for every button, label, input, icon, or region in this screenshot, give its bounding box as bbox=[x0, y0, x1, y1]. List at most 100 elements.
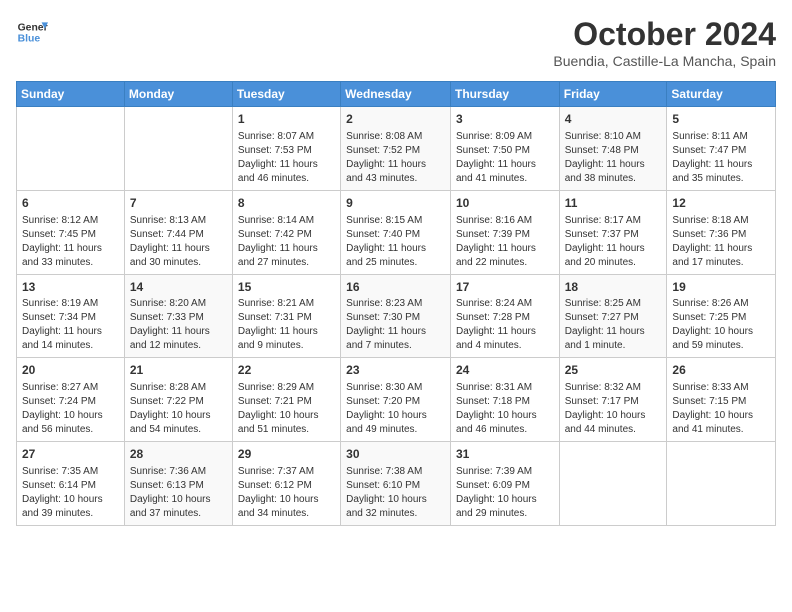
day-number: 9 bbox=[346, 195, 445, 212]
day-number: 2 bbox=[346, 111, 445, 128]
day-number: 28 bbox=[130, 446, 227, 463]
day-info: Sunrise: 7:39 AM Sunset: 6:09 PM Dayligh… bbox=[456, 465, 554, 521]
calendar-cell: 25Sunrise: 8:32 AM Sunset: 7:17 PM Dayli… bbox=[559, 358, 667, 442]
calendar-cell: 6 Sunrise: 8:12 AM Sunset: 7:45 PM Daylig… bbox=[17, 190, 125, 274]
logo: General Blue bbox=[16, 16, 48, 48]
day-number: 26 bbox=[672, 362, 770, 379]
day-number: 8 bbox=[238, 195, 335, 212]
calendar-cell bbox=[559, 442, 667, 526]
calendar-cell: 28 Sunrise: 7:36 AM Sunset: 6:13 PM Dayli… bbox=[124, 442, 232, 526]
calendar-cell: 5Sunrise: 8:11 AM Sunset: 7:47 PM Daylig… bbox=[667, 107, 776, 191]
days-header-row: SundayMondayTuesdayWednesdayThursdayFrid… bbox=[17, 82, 776, 107]
day-number: 30 bbox=[346, 446, 445, 463]
day-info: Sunrise: 8:07 AM Sunset: 7:53 PM Dayligh… bbox=[238, 130, 335, 186]
calendar-cell: 19Sunrise: 8:26 AM Sunset: 7:25 PM Dayli… bbox=[667, 274, 776, 358]
day-number: 14 bbox=[130, 279, 227, 296]
day-header-wednesday: Wednesday bbox=[341, 82, 451, 107]
day-number: 11 bbox=[565, 195, 662, 212]
calendar-cell: 2 Sunrise: 8:08 AM Sunset: 7:52 PM Daylig… bbox=[341, 107, 451, 191]
calendar-cell bbox=[667, 442, 776, 526]
day-info: Sunrise: 8:19 AM Sunset: 7:34 PM Dayligh… bbox=[22, 297, 119, 353]
calendar-cell: 13Sunrise: 8:19 AM Sunset: 7:34 PM Dayli… bbox=[17, 274, 125, 358]
day-number: 21 bbox=[130, 362, 227, 379]
day-info: Sunrise: 8:12 AM Sunset: 7:45 PM Dayligh… bbox=[22, 214, 119, 270]
day-header-thursday: Thursday bbox=[450, 82, 559, 107]
calendar-cell: 3 Sunrise: 8:09 AM Sunset: 7:50 PM Daylig… bbox=[450, 107, 559, 191]
day-number: 16 bbox=[346, 279, 445, 296]
day-number: 23 bbox=[346, 362, 445, 379]
calendar-subtitle: Buendia, Castille-La Mancha, Spain bbox=[553, 53, 776, 69]
day-info: Sunrise: 8:30 AM Sunset: 7:20 PM Dayligh… bbox=[346, 381, 445, 437]
day-info: Sunrise: 8:29 AM Sunset: 7:21 PM Dayligh… bbox=[238, 381, 335, 437]
day-info: Sunrise: 8:31 AM Sunset: 7:18 PM Dayligh… bbox=[456, 381, 554, 437]
calendar-cell: 27Sunrise: 7:35 AM Sunset: 6:14 PM Dayli… bbox=[17, 442, 125, 526]
day-info: Sunrise: 8:10 AM Sunset: 7:48 PM Dayligh… bbox=[565, 130, 662, 186]
day-info: Sunrise: 8:16 AM Sunset: 7:39 PM Dayligh… bbox=[456, 214, 554, 270]
day-number: 31 bbox=[456, 446, 554, 463]
calendar-cell: 24 Sunrise: 8:31 AM Sunset: 7:18 PM Dayli… bbox=[450, 358, 559, 442]
calendar-cell: 30 Sunrise: 7:38 AM Sunset: 6:10 PM Dayli… bbox=[341, 442, 451, 526]
logo-icon: General Blue bbox=[16, 16, 48, 48]
calendar-cell: 14Sunrise: 8:20 AM Sunset: 7:33 PM Dayli… bbox=[124, 274, 232, 358]
week-row-4: 20 Sunrise: 8:27 AM Sunset: 7:24 PM Dayli… bbox=[17, 358, 776, 442]
day-number: 3 bbox=[456, 111, 554, 128]
day-number: 22 bbox=[238, 362, 335, 379]
calendar-cell: 29 Sunrise: 7:37 AM Sunset: 6:12 PM Dayli… bbox=[232, 442, 340, 526]
title-block: October 2024 Buendia, Castille-La Mancha… bbox=[553, 16, 776, 69]
day-info: Sunrise: 8:14 AM Sunset: 7:42 PM Dayligh… bbox=[238, 214, 335, 270]
day-info: Sunrise: 8:13 AM Sunset: 7:44 PM Dayligh… bbox=[130, 214, 227, 270]
day-number: 13 bbox=[22, 279, 119, 296]
day-number: 1 bbox=[238, 111, 335, 128]
day-number: 4 bbox=[565, 111, 662, 128]
calendar-cell: 21Sunrise: 8:28 AM Sunset: 7:22 PM Dayli… bbox=[124, 358, 232, 442]
calendar-cell: 12 Sunrise: 8:18 AM Sunset: 7:36 PM Dayli… bbox=[667, 190, 776, 274]
day-info: Sunrise: 8:18 AM Sunset: 7:36 PM Dayligh… bbox=[672, 214, 770, 270]
calendar-cell bbox=[124, 107, 232, 191]
day-info: Sunrise: 8:11 AM Sunset: 7:47 PM Dayligh… bbox=[672, 130, 770, 186]
calendar-cell: 23 Sunrise: 8:30 AM Sunset: 7:20 PM Dayli… bbox=[341, 358, 451, 442]
week-row-3: 13Sunrise: 8:19 AM Sunset: 7:34 PM Dayli… bbox=[17, 274, 776, 358]
day-number: 18 bbox=[565, 279, 662, 296]
calendar-cell: 11 Sunrise: 8:17 AM Sunset: 7:37 PM Dayli… bbox=[559, 190, 667, 274]
day-number: 10 bbox=[456, 195, 554, 212]
day-header-sunday: Sunday bbox=[17, 82, 125, 107]
week-row-2: 6 Sunrise: 8:12 AM Sunset: 7:45 PM Daylig… bbox=[17, 190, 776, 274]
calendar-cell: 16Sunrise: 8:23 AM Sunset: 7:30 PM Dayli… bbox=[341, 274, 451, 358]
day-number: 20 bbox=[22, 362, 119, 379]
calendar-cell: 1 Sunrise: 8:07 AM Sunset: 7:53 PM Daylig… bbox=[232, 107, 340, 191]
calendar-cell bbox=[17, 107, 125, 191]
day-number: 29 bbox=[238, 446, 335, 463]
day-number: 24 bbox=[456, 362, 554, 379]
day-number: 6 bbox=[22, 195, 119, 212]
day-info: Sunrise: 7:35 AM Sunset: 6:14 PM Dayligh… bbox=[22, 465, 119, 521]
calendar-cell: 20 Sunrise: 8:27 AM Sunset: 7:24 PM Dayli… bbox=[17, 358, 125, 442]
day-info: Sunrise: 7:38 AM Sunset: 6:10 PM Dayligh… bbox=[346, 465, 445, 521]
day-info: Sunrise: 8:33 AM Sunset: 7:15 PM Dayligh… bbox=[672, 381, 770, 437]
day-info: Sunrise: 8:26 AM Sunset: 7:25 PM Dayligh… bbox=[672, 297, 770, 353]
day-header-tuesday: Tuesday bbox=[232, 82, 340, 107]
calendar-cell: 15Sunrise: 8:21 AM Sunset: 7:31 PM Dayli… bbox=[232, 274, 340, 358]
day-number: 25 bbox=[565, 362, 662, 379]
svg-text:Blue: Blue bbox=[18, 34, 41, 45]
calendar-cell: 4 Sunrise: 8:10 AM Sunset: 7:48 PM Daylig… bbox=[559, 107, 667, 191]
calendar-cell: 18Sunrise: 8:25 AM Sunset: 7:27 PM Dayli… bbox=[559, 274, 667, 358]
day-number: 7 bbox=[130, 195, 227, 212]
day-header-monday: Monday bbox=[124, 82, 232, 107]
day-info: Sunrise: 7:37 AM Sunset: 6:12 PM Dayligh… bbox=[238, 465, 335, 521]
calendar-cell: 9Sunrise: 8:15 AM Sunset: 7:40 PM Daylig… bbox=[341, 190, 451, 274]
day-info: Sunrise: 8:09 AM Sunset: 7:50 PM Dayligh… bbox=[456, 130, 554, 186]
calendar-cell: 8 Sunrise: 8:14 AM Sunset: 7:42 PM Daylig… bbox=[232, 190, 340, 274]
calendar-cell: 10 Sunrise: 8:16 AM Sunset: 7:39 PM Dayli… bbox=[450, 190, 559, 274]
day-info: Sunrise: 7:36 AM Sunset: 6:13 PM Dayligh… bbox=[130, 465, 227, 521]
calendar-cell: 17Sunrise: 8:24 AM Sunset: 7:28 PM Dayli… bbox=[450, 274, 559, 358]
calendar-cell: 7 Sunrise: 8:13 AM Sunset: 7:44 PM Daylig… bbox=[124, 190, 232, 274]
day-number: 12 bbox=[672, 195, 770, 212]
calendar-table: SundayMondayTuesdayWednesdayThursdayFrid… bbox=[16, 81, 776, 526]
day-info: Sunrise: 8:27 AM Sunset: 7:24 PM Dayligh… bbox=[22, 381, 119, 437]
day-info: Sunrise: 8:08 AM Sunset: 7:52 PM Dayligh… bbox=[346, 130, 445, 186]
day-info: Sunrise: 8:17 AM Sunset: 7:37 PM Dayligh… bbox=[565, 214, 662, 270]
day-info: Sunrise: 8:21 AM Sunset: 7:31 PM Dayligh… bbox=[238, 297, 335, 353]
day-number: 19 bbox=[672, 279, 770, 296]
day-number: 15 bbox=[238, 279, 335, 296]
day-info: Sunrise: 8:24 AM Sunset: 7:28 PM Dayligh… bbox=[456, 297, 554, 353]
